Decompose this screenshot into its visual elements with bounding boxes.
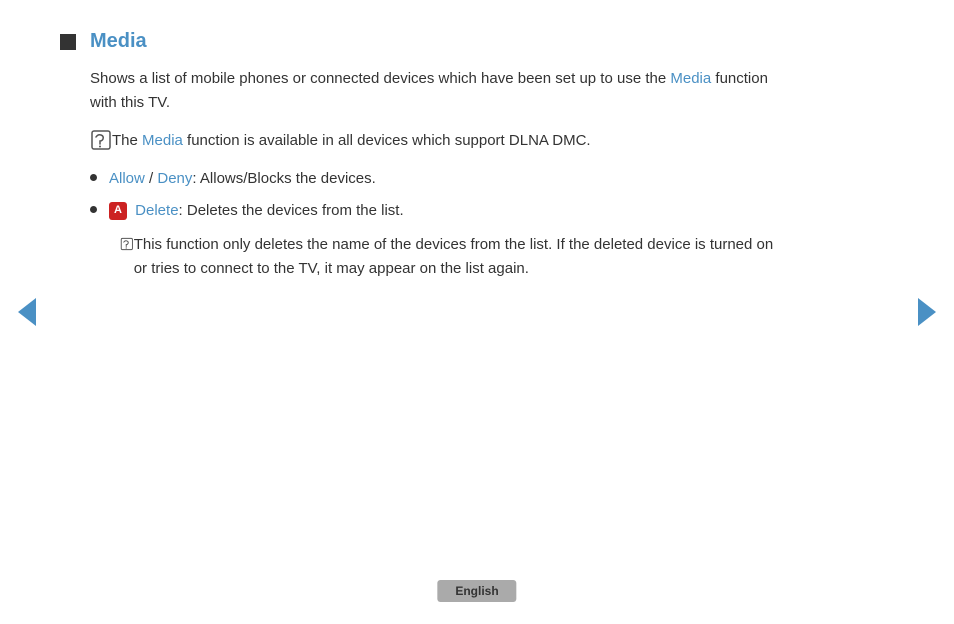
sub-note-block: This function only deletes the name of t… [120,233,780,281]
sub-note-text: This function only deletes the name of t… [134,233,780,281]
note-text-1: The Media function is available in all d… [112,129,591,153]
section-description: Shows a list of mobile phones or connect… [90,67,780,115]
bullet2-end: : Deletes the devices from the list. [179,202,404,219]
bullet-content-2: A Delete: Deletes the devices from the l… [109,199,780,223]
sub-note-icon [120,233,134,255]
note-icon-1 [90,129,112,151]
bullet-list: Allow / Deny: Allows/Blocks the devices.… [90,167,780,223]
bullet-item-1: Allow / Deny: Allows/Blocks the devices. [90,167,780,191]
nav-arrow-right[interactable] [918,298,936,326]
description-media-link: Media [670,70,711,87]
bullet1-sep: / [145,170,158,187]
section-header: Media [60,30,780,53]
bullet-dot-2 [90,206,97,213]
delete-link: Delete [135,202,178,219]
delete-badge: A [109,202,127,220]
note1-link: Media [142,132,183,149]
allow-link: Allow [109,170,145,187]
note1-after: function is available in all devices whi… [187,132,591,149]
nav-arrow-left[interactable] [18,298,36,326]
description-text-before: Shows a list of mobile phones or connect… [90,70,666,87]
note1-before: The [112,132,142,149]
bullet-dot-1 [90,174,97,181]
deny-link: Deny [157,170,192,187]
bullet-item-2: A Delete: Deletes the devices from the l… [90,199,780,223]
square-icon [60,34,76,50]
language-badge: English [437,580,516,602]
note-block-1: The Media function is available in all d… [90,129,780,153]
section-title: Media [90,30,147,53]
bullet1-end: : Allows/Blocks the devices. [192,170,375,187]
bullet-content-1: Allow / Deny: Allows/Blocks the devices. [109,167,780,191]
main-content: Media Shows a list of mobile phones or c… [0,0,860,311]
